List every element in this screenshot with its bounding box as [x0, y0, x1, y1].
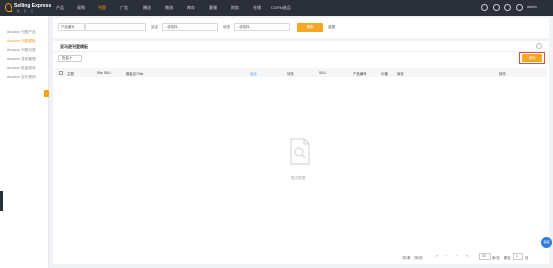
empty-document-icon [290, 138, 310, 165]
column-header-product-code: 产品编号 [353, 71, 367, 76]
sidebar-item-listing-templates[interactable]: Amazon 刊登模板 [7, 39, 36, 44]
nav-item-service[interactable]: 客服 [209, 5, 217, 11]
goto-page-input[interactable]: 1 [513, 253, 523, 260]
help-icon[interactable] [504, 4, 511, 11]
prev-page-icon[interactable]: ‹ [446, 254, 447, 258]
pagination-total: 共0条 [402, 256, 411, 260]
column-header-status: 状态 [287, 71, 294, 76]
goto-label: 跳至 [504, 256, 511, 260]
sidebar-item-variants[interactable]: Amazon 变体管理 [7, 57, 36, 62]
search-input[interactable] [85, 23, 146, 31]
column-header-site[interactable]: 站点 [250, 71, 257, 76]
select-all-checkbox[interactable] [59, 70, 63, 75]
floating-service-button[interactable]: 客服 [541, 237, 552, 248]
next-page-icon[interactable]: › [456, 254, 457, 258]
column-header-image: 主图 [67, 71, 74, 76]
first-page-icon[interactable]: « [436, 254, 438, 258]
column-header-sku: SKU [319, 70, 326, 75]
sidebar-header-label: Amazon [5, 6, 21, 11]
column-header-stock: 库存 [397, 71, 404, 76]
nav-item-warehouse[interactable]: 仓储 [253, 5, 261, 11]
sidebar-item-pricing-rules[interactable]: Amazon 定价规则 [7, 75, 36, 80]
column-header-price: 价格 [381, 71, 388, 76]
nav-item-logistics[interactable]: 物流 [165, 5, 173, 11]
nav-item-products[interactable]: 产品 [56, 5, 64, 11]
globe-icon[interactable] [481, 4, 488, 11]
column-header-title: 模板名/Title [126, 71, 144, 76]
pagination-pages: 共0页 [414, 256, 423, 260]
batch-dropdown-label: 批量 [62, 56, 69, 60]
nav-item-finance[interactable]: 财务 [231, 5, 239, 11]
nav-item-ads[interactable]: 广告 [120, 5, 128, 11]
nav-item-gifts[interactable]: 赠送 [143, 5, 151, 11]
sidebar-item-listing-records[interactable]: Amazon 刊登记录 [7, 48, 36, 53]
sidebar-item-listing-products[interactable]: Amazon 刊登产品 [7, 30, 36, 35]
site-select[interactable]: --请选择-- [162, 23, 218, 31]
reset-button[interactable]: 重置 [328, 25, 335, 30]
nav-item-cgfm[interactable]: CGFM选品 [271, 5, 291, 11]
sidebar [0, 16, 49, 268]
status-label: 状态 [223, 25, 231, 29]
search-type-select[interactable]: 产品编号 [58, 23, 85, 31]
user-name[interactable]: admin [527, 5, 537, 9]
status-select[interactable]: --请选择-- [234, 23, 290, 31]
page-suffix-label: 页 [525, 256, 529, 260]
sidebar-header[interactable]: ▾ Amazon [3, 6, 21, 11]
last-page-icon[interactable]: » [466, 254, 468, 258]
search-button[interactable]: 搜索 [297, 23, 323, 32]
page-size-label: 条/页 [492, 256, 500, 260]
nav-item-listing[interactable]: 刊登 [98, 5, 106, 11]
column-header-site-sku: Site SKU [97, 70, 111, 75]
nav-item-inventory[interactable]: 库存 [187, 5, 195, 11]
add-button[interactable]: 添加 [522, 54, 542, 62]
card-title: 亚马逊刊登模板 [60, 44, 88, 49]
empty-state-text: 暂无数据 [291, 176, 306, 180]
batch-dropdown[interactable]: 批量 ▾ [58, 55, 82, 62]
page-size-select[interactable]: 20 [479, 253, 491, 260]
column-header-actions: 操作 [499, 71, 506, 76]
divider [53, 51, 549, 52]
chevron-down-icon: ▾ [69, 56, 72, 60]
nav-item-purchase[interactable]: 采购 [77, 5, 85, 11]
grid-icon[interactable] [493, 4, 500, 11]
sidebar-collapse-button[interactable]: ‹ [44, 90, 49, 97]
site-label: 站点 [151, 25, 159, 29]
question-icon[interactable] [536, 43, 542, 49]
side-panel-tab[interactable] [0, 191, 3, 211]
sidebar-item-batch-edit[interactable]: Amazon 批量修改 [7, 66, 36, 71]
avatar[interactable] [516, 4, 523, 11]
